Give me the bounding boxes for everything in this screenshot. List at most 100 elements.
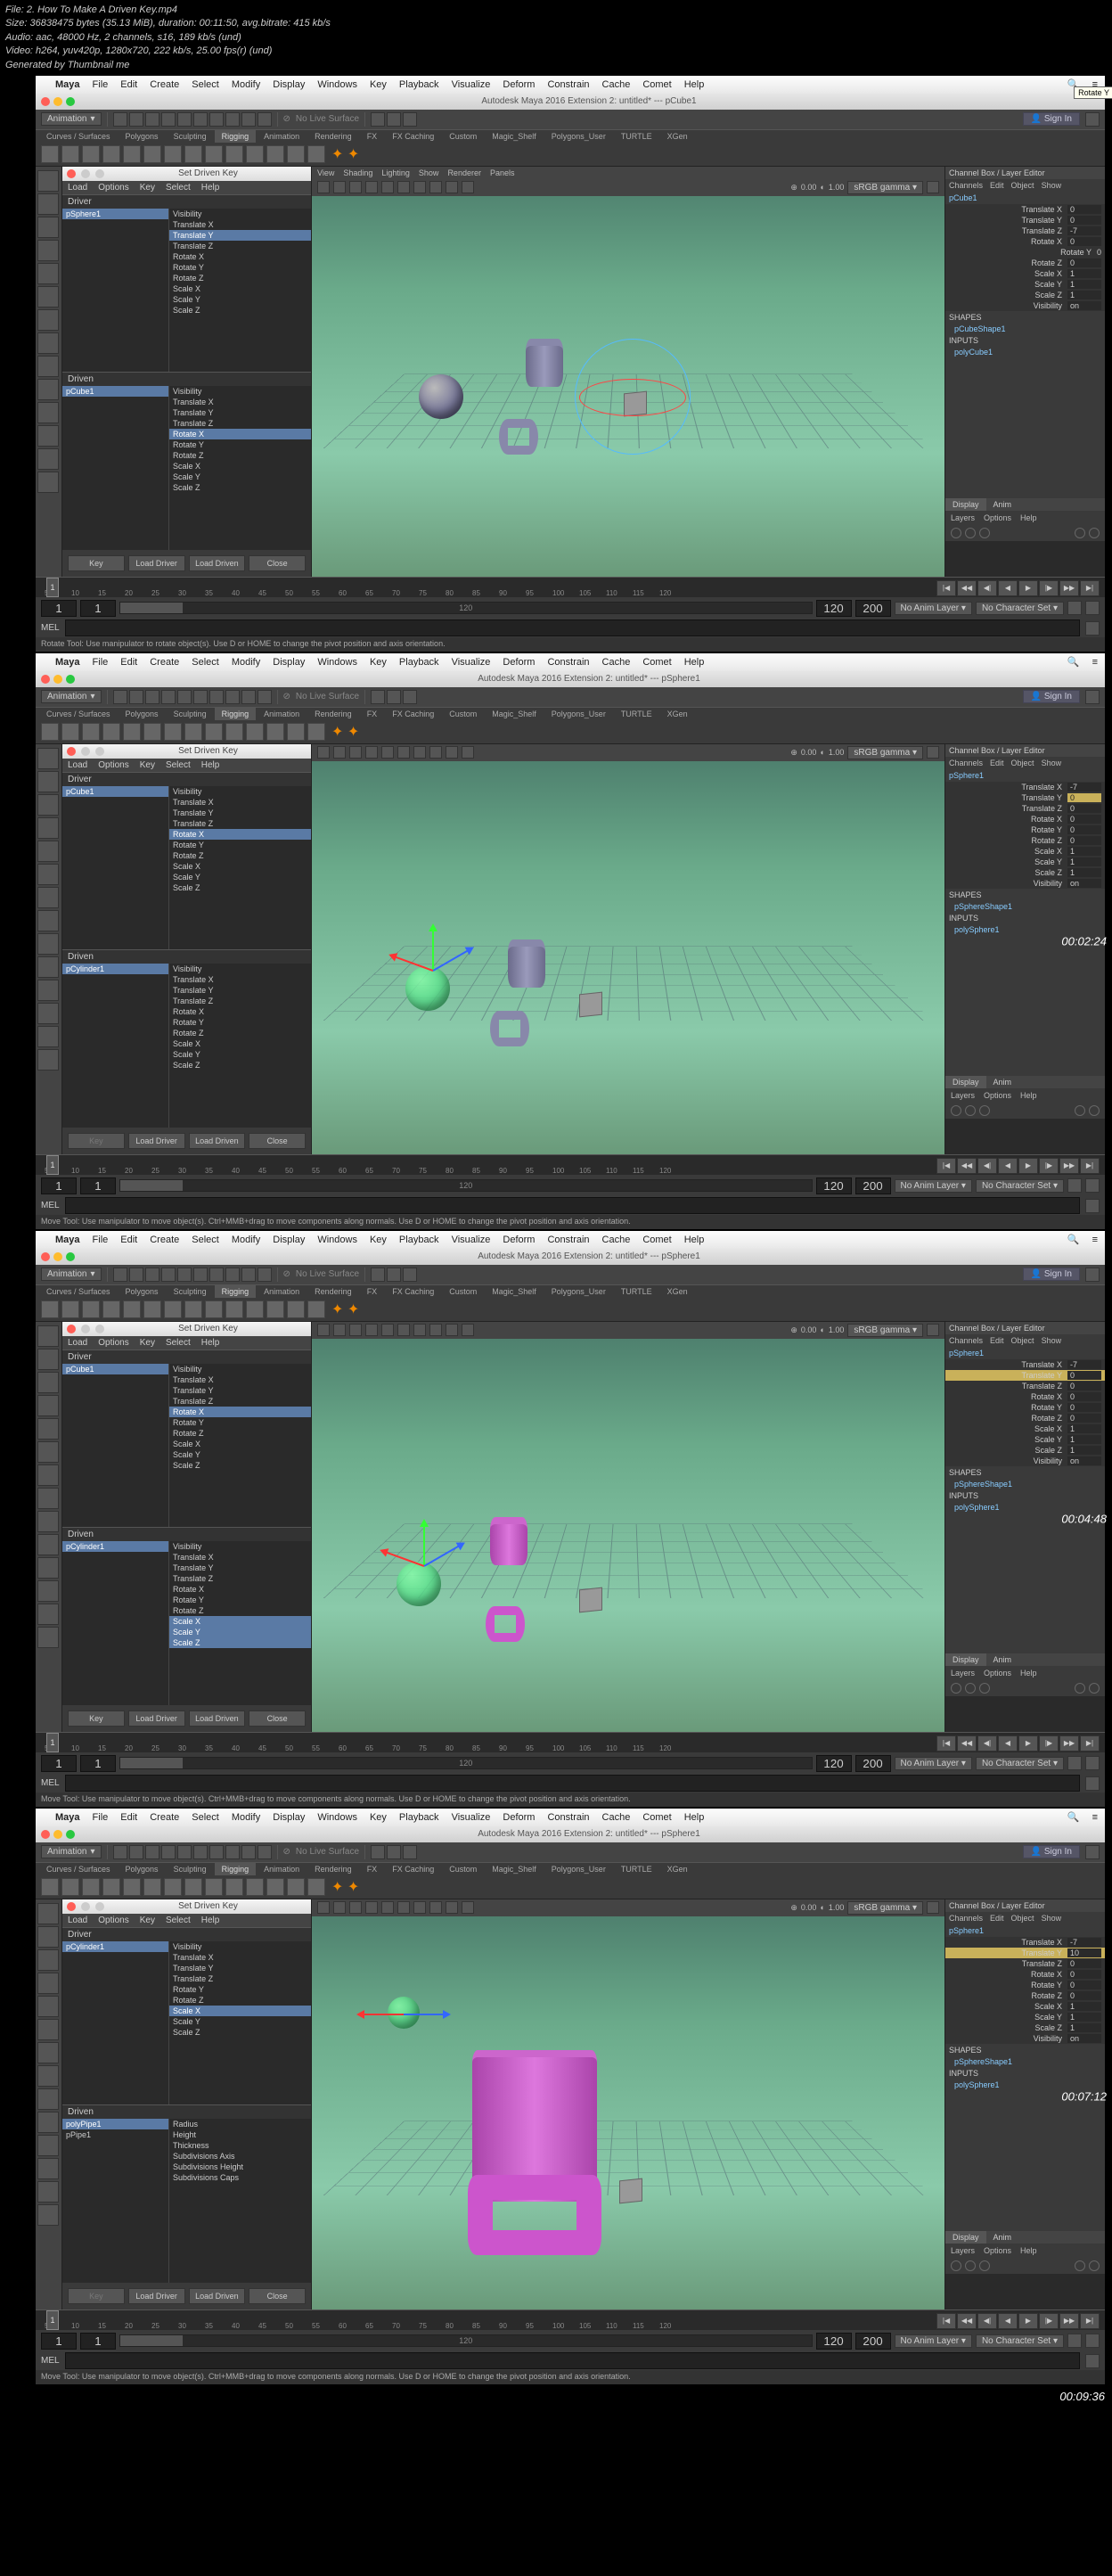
cb-menu-item[interactable]: Channels xyxy=(949,759,983,767)
channel-row[interactable]: Scale Y1 xyxy=(945,1434,1105,1445)
shelf-tab[interactable]: Magic_Shelf xyxy=(485,1863,544,1875)
tool-button[interactable] xyxy=(37,1534,59,1555)
anim-tab[interactable]: Anim xyxy=(986,2231,1019,2244)
sdk-menu-item[interactable]: Key xyxy=(140,1916,155,1925)
menubar-extra-icon[interactable]: 🔍 xyxy=(1067,1811,1080,1823)
channel-row[interactable]: Rotate X0 xyxy=(945,1969,1105,1980)
vp-toolbar-icon[interactable] xyxy=(462,746,474,759)
tool-button[interactable] xyxy=(37,1926,59,1948)
sdk-menu-item[interactable]: Help xyxy=(201,183,220,193)
toolbar-icon[interactable] xyxy=(403,112,417,127)
mac-menu-item[interactable]: Visualize xyxy=(452,657,491,668)
vp-toolbar-icon[interactable] xyxy=(446,1324,458,1336)
help-menu[interactable]: Help xyxy=(1020,1091,1037,1100)
load-driven-button[interactable]: Load Driven xyxy=(189,2288,246,2304)
playback-button[interactable]: ▶| xyxy=(1080,1158,1100,1174)
tool-button[interactable] xyxy=(37,2204,59,2226)
driven-object[interactable]: pCylinder1 xyxy=(62,1541,168,1552)
mac-menu-item[interactable]: Create xyxy=(150,79,179,90)
tool-button[interactable] xyxy=(37,748,59,769)
toolbar-icon[interactable] xyxy=(193,1845,208,1859)
script-editor-icon[interactable] xyxy=(1085,1776,1100,1791)
driven-object[interactable]: pPipe1 xyxy=(62,2129,168,2140)
layer-icon[interactable] xyxy=(1075,1683,1085,1694)
sdk-attr[interactable]: Scale Y xyxy=(169,1627,311,1637)
zoom-icon[interactable] xyxy=(66,1252,75,1261)
shelf-tab[interactable]: Magic_Shelf xyxy=(485,130,544,143)
shelf-icon[interactable] xyxy=(184,723,202,741)
toolbar-icon[interactable] xyxy=(193,690,208,704)
vp-menu-item[interactable]: Shading xyxy=(343,168,372,177)
tool-button[interactable] xyxy=(37,2181,59,2203)
layer-icon[interactable] xyxy=(965,2260,976,2271)
channel-row[interactable]: Scale X1 xyxy=(945,2001,1105,2012)
tool-button[interactable] xyxy=(37,332,59,354)
channel-row[interactable]: Translate Y10 xyxy=(945,1948,1105,1958)
channel-row[interactable]: Scale Z1 xyxy=(945,867,1105,878)
toolbar-icon[interactable] xyxy=(1085,112,1100,127)
vp-toolbar-icon[interactable] xyxy=(365,746,378,759)
mac-menu-item[interactable]: Comet xyxy=(642,1812,671,1823)
toolbar-icon[interactable] xyxy=(258,112,272,127)
layer-icon[interactable] xyxy=(1075,2260,1085,2271)
sdk-attr[interactable]: Scale Z xyxy=(169,305,311,316)
autokey-icon[interactable] xyxy=(1067,1756,1082,1770)
tool-button[interactable] xyxy=(37,1511,59,1532)
playback-button[interactable]: |▶ xyxy=(1039,2313,1059,2329)
minimize-icon[interactable] xyxy=(53,97,62,106)
driver-object[interactable]: pSphere1 xyxy=(62,209,168,219)
channel-row[interactable]: Translate Z-7 xyxy=(945,226,1105,236)
menubar-extra-icon[interactable]: ≡ xyxy=(1092,657,1098,668)
play-start-input[interactable] xyxy=(80,600,116,617)
mac-menu-item[interactable]: Constrain xyxy=(547,1235,589,1245)
shelf-icon[interactable] xyxy=(82,1300,100,1318)
tool-button[interactable] xyxy=(37,1580,59,1602)
mac-menu-item[interactable]: Comet xyxy=(642,79,671,90)
close-button[interactable]: Close xyxy=(249,2288,306,2304)
shelf-tab[interactable]: Rendering xyxy=(307,708,359,720)
range-slider[interactable]: 120 xyxy=(119,602,813,614)
shelf-icon[interactable] xyxy=(41,723,59,741)
shelf-icon[interactable] xyxy=(307,145,325,163)
channel-row[interactable]: Translate Y0 xyxy=(945,215,1105,226)
mac-menu-item[interactable]: File xyxy=(93,1812,109,1823)
mac-menu-item[interactable]: Modify xyxy=(232,657,260,668)
tool-button[interactable] xyxy=(37,1604,59,1625)
toolbar-icon[interactable] xyxy=(209,112,224,127)
color-space-dropdown[interactable]: sRGB gamma ▾ xyxy=(847,746,923,759)
vp-toolbar-icon[interactable] xyxy=(446,746,458,759)
layers-menu[interactable]: Layers xyxy=(951,1091,975,1100)
range-end-input[interactable] xyxy=(855,600,891,617)
sdk-attr[interactable]: Rotate Y xyxy=(169,1017,311,1028)
sdk-attr[interactable]: Translate X xyxy=(169,1374,311,1385)
anim-tab[interactable]: Anim xyxy=(986,498,1019,511)
mac-menu-item[interactable]: Playback xyxy=(399,1812,439,1823)
playback-button[interactable]: ◀◀ xyxy=(957,2313,977,2329)
vp-toolbar-icon[interactable] xyxy=(317,181,330,193)
vp-toolbar-icon[interactable] xyxy=(927,1901,939,1914)
shelf-icon[interactable] xyxy=(184,1878,202,1896)
sdk-attr[interactable]: Scale X xyxy=(169,2006,311,2016)
mac-menu-item[interactable]: Key xyxy=(370,1812,387,1823)
input-node[interactable]: polySphere1 xyxy=(945,924,1105,935)
shelf-icon[interactable] xyxy=(246,145,264,163)
sdk-attr[interactable]: Scale Y xyxy=(169,472,311,482)
tool-button[interactable] xyxy=(37,2042,59,2063)
vp-menu-item[interactable]: Show xyxy=(419,168,439,177)
mac-menu-item[interactable]: Comet xyxy=(642,1235,671,1245)
vp-toolbar-icon[interactable] xyxy=(381,1324,394,1336)
tool-button[interactable] xyxy=(37,1003,59,1024)
vp-toolbar-icon[interactable] xyxy=(365,1324,378,1336)
vp-toolbar-icon[interactable] xyxy=(349,746,362,759)
mac-menu-item[interactable]: Edit xyxy=(120,1235,137,1245)
tool-button[interactable] xyxy=(37,2112,59,2133)
signin-button[interactable]: 👤 Sign In xyxy=(1023,690,1080,703)
toolbar-icon[interactable] xyxy=(145,690,159,704)
tool-button[interactable] xyxy=(37,263,59,284)
shelf-tab[interactable]: Curves / Surfaces xyxy=(39,708,118,720)
shelf-tab[interactable]: Custom xyxy=(442,1285,484,1298)
mac-menu-item[interactable]: Windows xyxy=(317,1235,357,1245)
shelf-icon[interactable] xyxy=(164,1878,182,1896)
vp-toolbar-icon[interactable] xyxy=(446,1901,458,1914)
viewport[interactable]: ⊕0.00 ◐1.00 sRGB gamma ▾ xyxy=(312,744,944,1154)
